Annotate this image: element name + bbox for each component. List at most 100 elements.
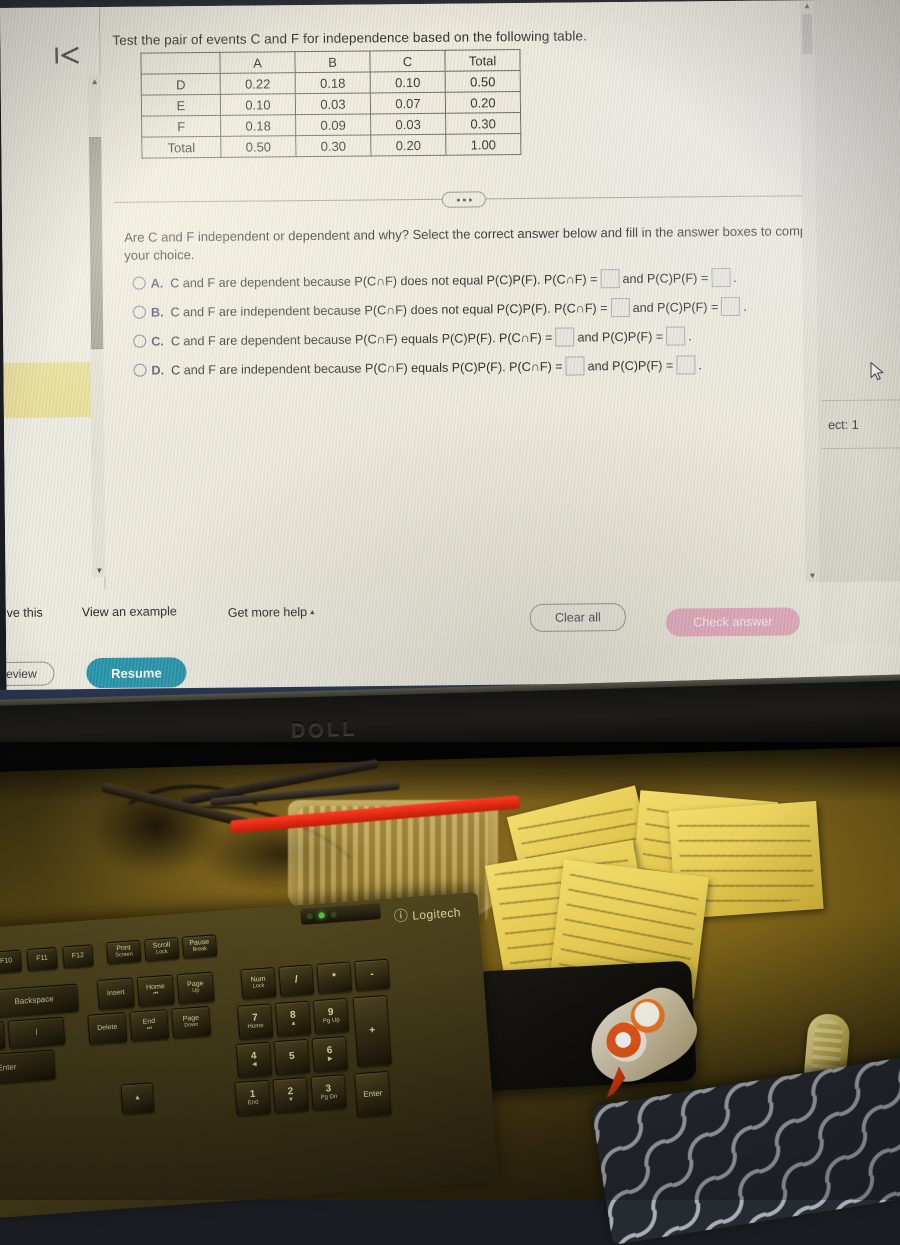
table-cell: 0.30 (445, 112, 521, 135)
choice-text-cont: and P(C)P(F) = (632, 299, 719, 315)
logitech-logo: ⓘ Logitech (393, 901, 461, 926)
row-label: D (141, 73, 221, 96)
key-scroll-lock[interactable]: Scroll Lock (143, 937, 180, 962)
choice-text: C and F are dependent because P(C∩F) doe… (170, 271, 598, 290)
key-numpad-multiply[interactable]: * (316, 961, 353, 994)
choice-text-end: . (698, 357, 702, 372)
key-right-bracket[interactable]: } ] (0, 1021, 6, 1052)
content-scroll-down-icon[interactable]: ▼ (805, 571, 819, 580)
question-toolbar: lve this View an example Get more help ▲… (4, 582, 821, 652)
dot-icon (468, 197, 472, 202)
key-numpad-divide[interactable]: / (278, 964, 315, 997)
key-end[interactable]: End ⏭ (129, 1008, 170, 1042)
answer-box-c-2[interactable] (666, 326, 686, 346)
choice-option-d[interactable]: D. C and F are independent because P(C∩F… (133, 349, 873, 385)
key-page-down[interactable]: Page Down (171, 1005, 212, 1039)
key-label: 8 (289, 1009, 297, 1021)
key-numpad-1[interactable]: 1 End (234, 1079, 272, 1117)
key-numpad-plus[interactable]: + (352, 994, 392, 1068)
key-f10[interactable]: F10 (0, 949, 22, 974)
key-numpad-4[interactable]: 4 ◀ (235, 1041, 273, 1078)
key-print-screen[interactable]: Print Screen (106, 939, 142, 965)
keyboard-indicator-lights (300, 903, 382, 925)
choice-text-cont: and P(C)P(F) = (587, 358, 674, 373)
radio-button-a[interactable] (132, 276, 146, 290)
key-label: * (331, 971, 337, 983)
key-pause-break[interactable]: Pause Break (181, 934, 218, 959)
key-f11[interactable]: F11 (26, 946, 58, 972)
divider-line (113, 194, 874, 203)
key-sublabel: Lock (155, 948, 168, 956)
side-panel-snippet: ect: 1 (827, 417, 859, 433)
table-col-header: C (369, 50, 446, 72)
key-backslash[interactable]: | (7, 1016, 66, 1049)
key-numpad-8[interactable]: 8 ▲ (274, 1000, 312, 1037)
radio-button-c[interactable] (133, 334, 147, 348)
key-sublabel: ▲ (290, 1020, 297, 1028)
key-page-up[interactable]: Page Up (176, 971, 215, 1005)
key-arrow-up[interactable]: ▲ (120, 1082, 155, 1115)
key-home[interactable]: Home ⏮ (136, 974, 175, 1008)
key-numpad-7[interactable]: 7 Home (237, 1003, 274, 1040)
right-gutter (813, 0, 900, 583)
content-scrollbar-thumb[interactable] (802, 14, 813, 55)
answer-box-a-2[interactable] (711, 268, 731, 288)
key-f12[interactable]: F12 (62, 944, 94, 969)
key-enter[interactable]: Enter (0, 1049, 56, 1087)
resume-button[interactable]: Resume (86, 657, 187, 689)
table-cell: 0.03 (295, 92, 371, 115)
key-numpad-enter[interactable]: Enter (354, 1070, 392, 1118)
scroll-lock-lamp-icon (330, 911, 337, 918)
skip-to-start-icon[interactable] (50, 40, 84, 70)
radio-button-d[interactable] (133, 363, 147, 377)
key-label: 4 (250, 1050, 257, 1062)
key-sublabel: ◀ (251, 1061, 257, 1069)
key-numpad-6[interactable]: 6 ▶ (311, 1036, 349, 1073)
key-numpad-3[interactable]: 3 Pg Dn (310, 1074, 347, 1111)
ellipsis-button[interactable] (441, 191, 486, 208)
answer-box-b-1[interactable] (610, 297, 630, 318)
answer-box-d-1[interactable] (565, 356, 585, 376)
answer-box-b-2[interactable] (721, 296, 741, 317)
key-numpad-2[interactable]: 2 ▼ (272, 1076, 309, 1114)
key-numpad-minus[interactable]: - (354, 958, 391, 992)
num-lock-lamp-icon (318, 912, 325, 919)
key-backspace[interactable]: Backspace (0, 983, 80, 1018)
key-numpad-9[interactable]: 9 Pg Up (312, 997, 350, 1035)
key-delete[interactable]: Delete (87, 1012, 128, 1045)
choice-text-end: . (733, 270, 737, 285)
probability-table: A B C Total D 0.22 0.18 0.10 0.50 E 0.10… (140, 49, 521, 159)
scroll-up-arrow-icon[interactable]: ▲ (88, 75, 102, 88)
answer-box-d-2[interactable] (676, 355, 696, 375)
key-insert[interactable]: Insert (96, 977, 135, 1010)
highlight-band (3, 362, 104, 418)
table-cell: 0.50 (445, 70, 521, 93)
key-sublabel: Pg Dn (320, 1093, 338, 1102)
mouse-cursor-icon (869, 362, 885, 382)
clear-all-button[interactable]: Clear all (529, 603, 627, 632)
key-label: F10 (0, 957, 13, 966)
check-answer-button[interactable]: Check answer (665, 607, 801, 637)
review-button[interactable]: eview (0, 661, 55, 687)
table-cell: 0.18 (295, 71, 371, 94)
dot-icon (462, 198, 466, 202)
view-example-link[interactable]: View an example (82, 604, 177, 619)
choice-key: C. (151, 333, 164, 349)
content-scroll-up-icon[interactable]: ▲ (800, 1, 814, 10)
key-sublabel: Up (192, 987, 200, 994)
key-num-lock[interactable]: Num Lock (240, 967, 277, 1000)
key-label: - (370, 968, 375, 980)
answer-box-c-1[interactable] (555, 327, 575, 347)
choice-text: C and F are dependent because P(C∩F) equ… (170, 330, 553, 348)
scroll-down-arrow-icon[interactable]: ▼ (92, 564, 106, 577)
key-numpad-5[interactable]: 5 (273, 1038, 311, 1076)
solve-this-link[interactable]: lve this (4, 606, 43, 620)
question-prompt: Are C and F independent or dependent and… (124, 223, 829, 263)
choice-key: B. (150, 304, 164, 320)
get-more-help-link[interactable]: Get more help (228, 605, 307, 620)
radio-button-b[interactable] (132, 305, 146, 319)
question-content-pane: Test the pair of events C and F for inde… (99, 0, 874, 590)
table-cell: 0.20 (370, 134, 446, 156)
caret-up-icon[interactable]: ▲ (309, 609, 316, 616)
answer-box-a-1[interactable] (600, 269, 620, 289)
